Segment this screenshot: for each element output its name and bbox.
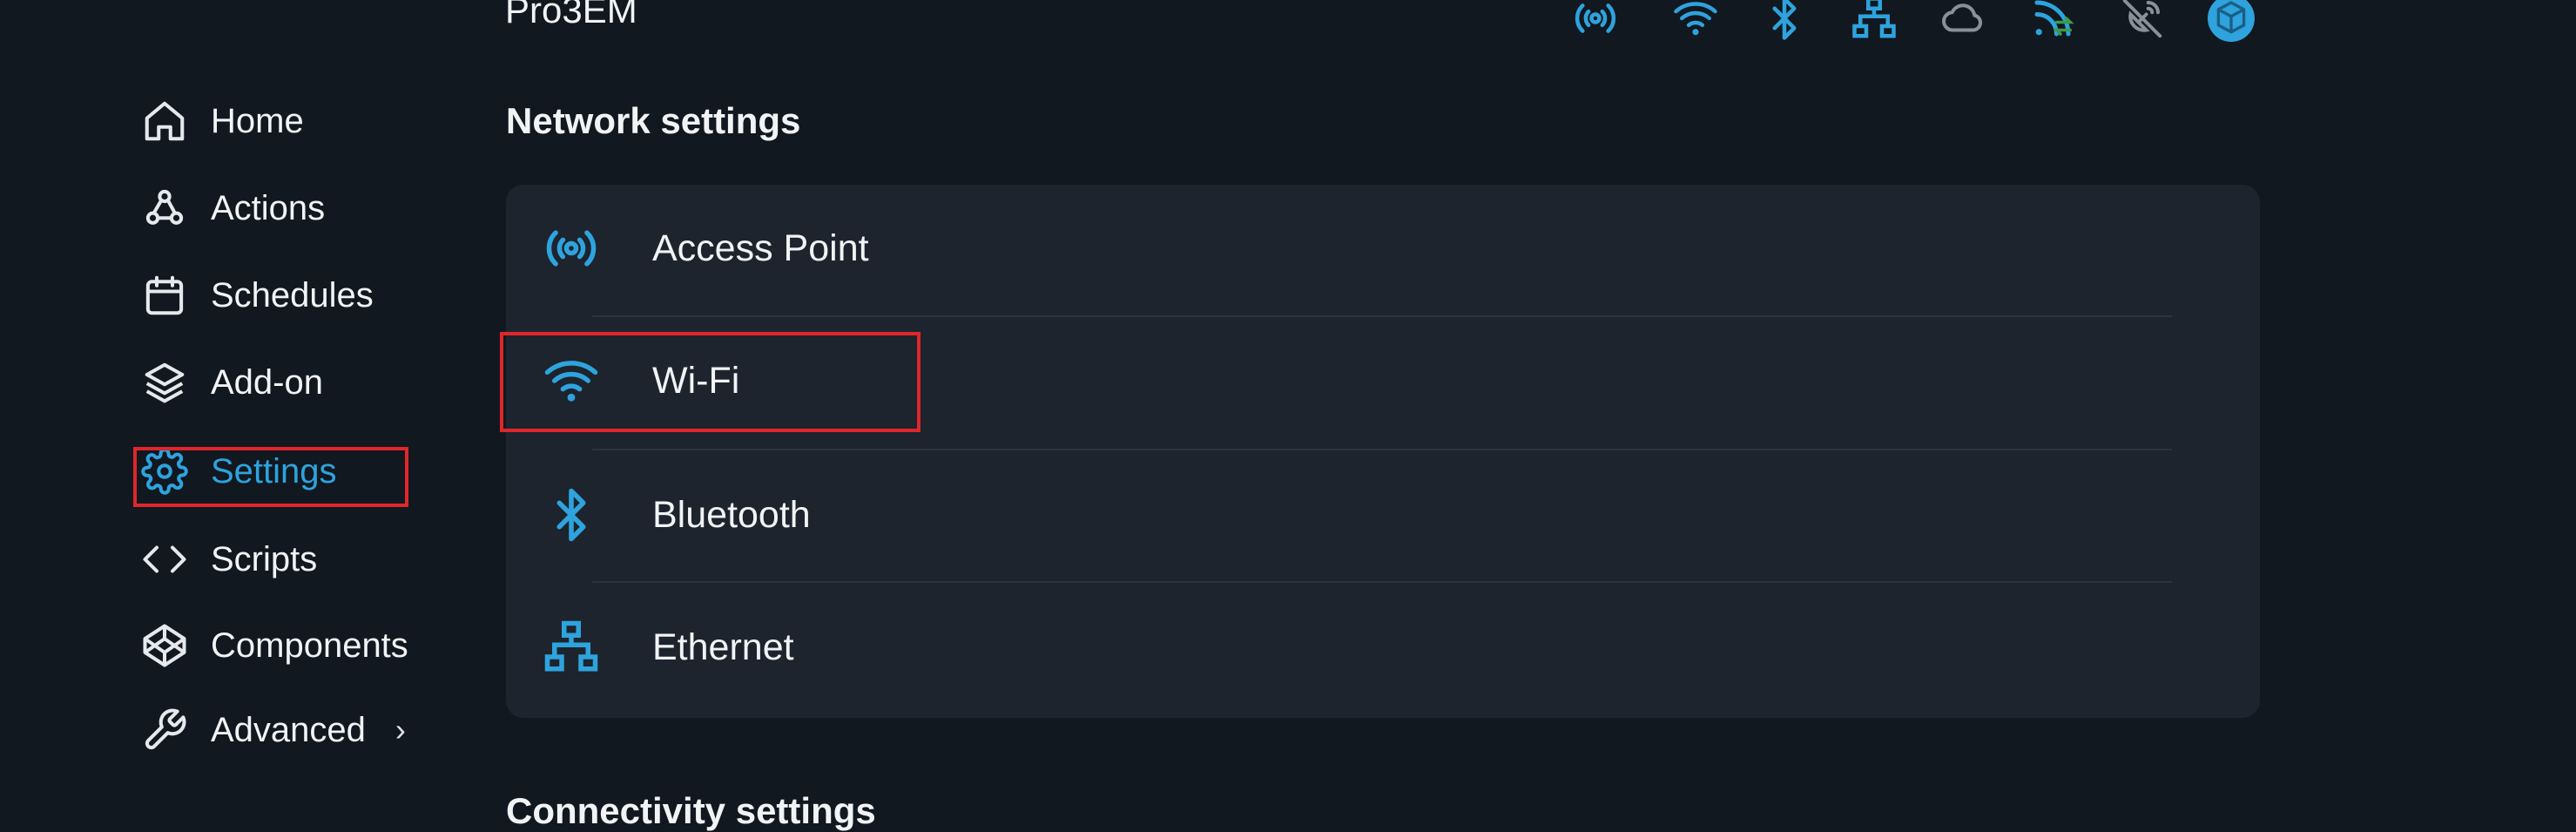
ethernet-icon	[541, 617, 602, 678]
sidebar-item-actions[interactable]: Actions	[139, 178, 435, 239]
wifi-highlight-box	[500, 332, 920, 432]
sidebar-item-components[interactable]: Components	[139, 615, 435, 676]
calendar-icon	[139, 270, 190, 321]
connectivity-settings-title: Connectivity settings	[506, 790, 876, 831]
ethernet-icon[interactable]	[1846, 0, 1902, 42]
layers-icon	[139, 357, 190, 408]
settings-highlight-box	[133, 447, 408, 507]
network-item-access-point[interactable]: Access Point	[506, 183, 2260, 314]
sidebar-item-advanced[interactable]: Advanced ›	[139, 700, 435, 761]
wifi-icon[interactable]	[1668, 0, 1723, 42]
network-item-ethernet[interactable]: Ethernet	[506, 582, 2260, 713]
sidebar-item-label: Add-on	[211, 362, 323, 402]
cloud-icon[interactable]	[1935, 0, 1991, 42]
sidebar-item-schedules[interactable]: Schedules	[139, 265, 435, 326]
chevron-right-icon: ›	[394, 712, 406, 747]
satellite-dish-off-icon[interactable]	[2114, 0, 2170, 42]
wrench-icon	[139, 705, 190, 755]
sidebar-item-label: Scripts	[211, 539, 318, 578]
sidebar-item-label: Home	[211, 101, 304, 140]
sidebar-item-label: Advanced	[211, 710, 366, 749]
sidebar-item-scripts[interactable]: Scripts	[139, 529, 435, 590]
sidebar-item-label: Actions	[211, 188, 326, 227]
device-name: Pro3EM	[505, 0, 637, 30]
access-point-icon[interactable]	[1568, 0, 1623, 42]
webhook-icon	[139, 183, 190, 233]
network-item-label: Ethernet	[652, 626, 794, 668]
rss-sync-icon[interactable]	[2025, 0, 2080, 42]
bluetooth-icon	[541, 484, 602, 545]
access-point-icon	[541, 218, 602, 279]
network-item-label: Bluetooth	[652, 493, 811, 536]
cube-icon[interactable]	[2203, 0, 2259, 42]
sidebar-item-add-on[interactable]: Add-on	[139, 352, 435, 413]
bluetooth-icon[interactable]	[1757, 0, 1812, 42]
home-icon	[139, 96, 190, 146]
code-icon	[139, 534, 190, 585]
sidebar-item-label: Components	[211, 626, 408, 665]
codepen-icon	[139, 620, 190, 671]
sidebar-item-label: Schedules	[211, 275, 374, 315]
network-settings-title: Network settings	[506, 100, 801, 141]
sidebar-item-home[interactable]: Home	[139, 91, 435, 152]
network-item-label: Access Point	[652, 227, 869, 269]
network-item-bluetooth[interactable]: Bluetooth	[506, 450, 2260, 580]
